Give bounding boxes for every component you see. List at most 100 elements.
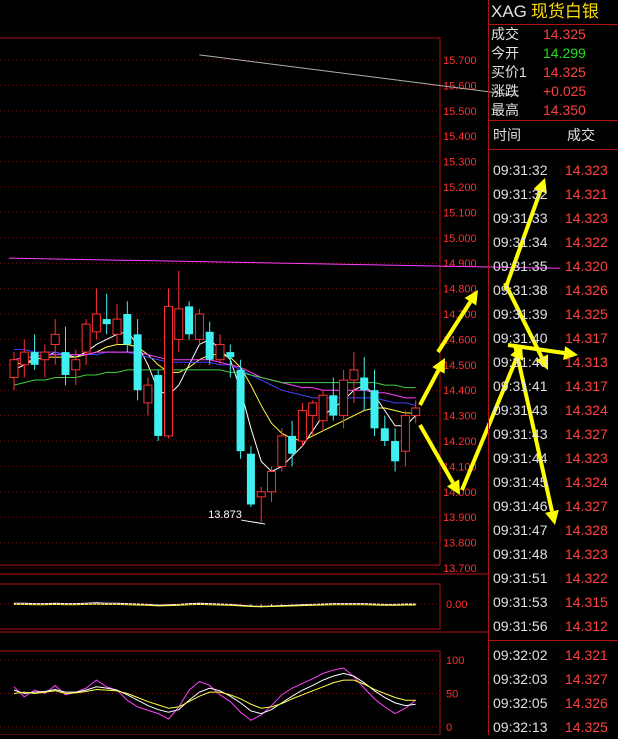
tick-row[interactable]: 09:31:40 14.313 — [489, 350, 618, 374]
tick-row[interactable]: 09:31:53 14.315 — [489, 590, 618, 614]
quote-panel: XAG 现货白银 成交 14.325 今开 14.299 买价1 14.325 涨跌 +0.02… — [488, 0, 618, 735]
tick-row[interactable]: 09:31:43 14.324 — [489, 398, 618, 422]
candle-body — [277, 435, 287, 467]
tick-row[interactable]: 09:31:39 14.325 — [489, 302, 618, 326]
tick-price: 14.327 — [565, 671, 608, 687]
tick-separator — [489, 640, 618, 641]
candle-body — [400, 415, 410, 452]
tick-row[interactable]: 09:31:51 14.322 — [489, 566, 618, 590]
tick-row[interactable]: 09:31:44 14.323 — [489, 446, 618, 470]
candle-body — [226, 352, 235, 358]
tick-time: 09:31:46 — [493, 498, 548, 514]
tick-price: 14.324 — [565, 474, 608, 490]
tick-row[interactable]: 09:31:34 14.322 — [489, 230, 618, 254]
quote-label: 最高 — [491, 102, 519, 118]
tick-row[interactable]: 09:31:35 14.320 — [489, 254, 618, 278]
tick-price: 14.321 — [565, 647, 608, 663]
price-tick-label: 14.900 — [443, 258, 477, 270]
symbol-name: 现货白银 — [530, 2, 599, 21]
tick-price: 14.315 — [565, 594, 608, 610]
candle-body — [391, 441, 400, 462]
candle-body — [61, 352, 70, 375]
tick-time: 09:31:43 — [493, 426, 548, 442]
candle-body — [123, 314, 132, 345]
tick-row[interactable]: 09:31:46 14.327 — [489, 494, 618, 518]
tick-time: 09:31:47 — [493, 522, 548, 538]
tick-time: 09:31:44 — [493, 450, 548, 466]
tick-row[interactable]: 09:31:40 14.317 — [489, 326, 618, 350]
tick-row[interactable]: 09:31:48 14.323 — [489, 542, 618, 566]
tick-price: 14.328 — [565, 522, 608, 538]
candle-body — [411, 407, 421, 417]
candle-body — [329, 395, 338, 416]
tick-time: 09:32:05 — [493, 695, 548, 711]
candle-body — [256, 491, 266, 498]
price-tick-label: 14.400 — [443, 385, 477, 397]
tick-row[interactable]: 09:31:32 14.321 — [489, 182, 618, 206]
tick-price: 14.324 — [565, 402, 608, 418]
tick-price: 14.312 — [565, 618, 608, 634]
tick-row[interactable]: 09:31:41 14.317 — [489, 374, 618, 398]
annotation-arrow — [418, 369, 441, 406]
candle-body — [174, 308, 184, 340]
tick-row[interactable]: 09:31:38 14.326 — [489, 278, 618, 302]
tick-price: 14.322 — [565, 234, 608, 250]
tick-list[interactable]: 09:31:32 14.323 09:31:32 14.321 09:31:33 14.3… — [489, 158, 618, 739]
quote-label: 成交 — [491, 26, 519, 42]
osc2-axis-label: 50 — [446, 689, 458, 701]
candle-body — [50, 333, 60, 345]
tick-row[interactable]: 09:31:32 14.323 — [489, 158, 618, 182]
tick-price: 14.325 — [565, 306, 608, 322]
quote-row: 成交 14.325 — [489, 25, 618, 44]
price-tick-label: 15.300 — [443, 157, 477, 169]
tick-time: 09:31:41 — [493, 378, 548, 394]
candle-body — [288, 435, 297, 454]
candle-body — [339, 379, 349, 417]
tick-price: 14.323 — [565, 546, 608, 562]
candle-body — [297, 410, 307, 442]
tick-time: 09:32:02 — [493, 647, 548, 663]
price-tick-label: 13.700 — [443, 563, 477, 575]
tick-row[interactable]: 09:32:13 14.325 — [489, 715, 618, 739]
tick-row[interactable]: 09:31:45 14.324 — [489, 470, 618, 494]
quote-value: +0.025 — [543, 83, 587, 99]
candle-body — [215, 343, 225, 361]
quote-value: 14.299 — [543, 45, 586, 61]
col-price: 成交 — [567, 127, 595, 143]
candle-body — [81, 323, 91, 353]
candle-body — [194, 313, 204, 340]
quote-row: 涨跌 +0.025 — [489, 82, 618, 101]
tick-row[interactable]: 09:31:47 14.328 — [489, 518, 618, 542]
candle-body — [164, 305, 173, 437]
candle-body — [370, 390, 379, 429]
osc2-line — [13, 672, 416, 715]
tick-row[interactable]: 09:31:43 14.327 — [489, 422, 618, 446]
quote-label: 买价1 — [491, 64, 527, 80]
candle-body — [154, 374, 163, 436]
col-time: 时间 — [493, 127, 521, 143]
tick-row[interactable]: 09:32:05 14.326 — [489, 691, 618, 715]
candle-body — [185, 306, 194, 335]
tick-row[interactable]: 09:31:33 14.323 — [489, 206, 618, 230]
price-tick-label: 13.800 — [443, 538, 477, 550]
osc2-axis-label: 100 — [446, 655, 464, 667]
tick-row[interactable]: 09:32:03 14.327 — [489, 667, 618, 691]
price-tick-label: 15.700 — [443, 55, 477, 67]
kline-chart-panel[interactable]: 15.700 15.600 15.500 15.400 15.300 15.200 15.1… — [0, 0, 578, 735]
osc1-signal — [14, 603, 416, 608]
tick-price: 14.321 — [565, 186, 608, 202]
candle-body — [143, 384, 153, 404]
quote-label: 今开 — [491, 45, 519, 61]
price-tick-label: 15.000 — [443, 233, 477, 245]
quote-label: 涨跌 — [491, 83, 519, 99]
tick-row[interactable]: 09:31:56 14.312 — [489, 614, 618, 638]
price-tick-label: 15.100 — [443, 207, 477, 219]
tick-time: 09:31:40 — [493, 354, 548, 370]
tick-row[interactable]: 09:32:02 14.321 — [489, 643, 618, 667]
quote-row: 最高 14.350 — [489, 101, 618, 120]
tick-time: 09:31:56 — [493, 618, 548, 634]
tick-price: 14.326 — [565, 695, 608, 711]
candle-body — [267, 470, 276, 493]
candle-body — [30, 352, 39, 365]
tick-time: 09:31:51 — [493, 570, 548, 586]
